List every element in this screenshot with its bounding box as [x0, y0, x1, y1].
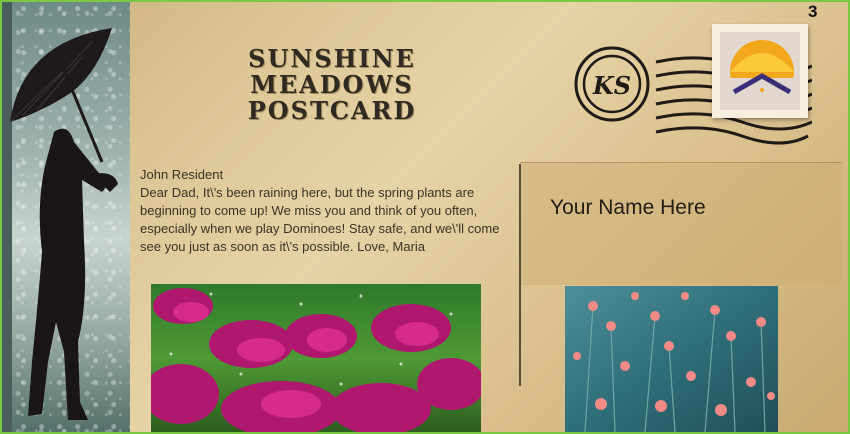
stamp — [712, 24, 808, 118]
postcard-title: SUNSHINE MEADOWS POSTCARD — [162, 46, 502, 124]
postcard: SUNSHINE MEADOWS POSTCARD KS John Reside… — [0, 0, 850, 434]
message-text: Dear Dad, It\'s been raining here, but t… — [140, 185, 500, 254]
postmark-initials: KS — [592, 71, 631, 100]
page-number: 3 — [808, 2, 818, 21]
message-block: John Resident Dear Dad, It\'s been raini… — [140, 166, 510, 256]
sun-stamp-icon — [720, 32, 800, 110]
umbrella-woman-photo — [2, 2, 130, 432]
pink-flowers-photo — [151, 284, 481, 432]
address-name: Your Name Here — [550, 196, 706, 219]
title-line-2: POSTCARD — [247, 96, 417, 125]
title-line-1: SUNSHINE MEADOWS — [248, 44, 416, 99]
center-divider — [519, 164, 521, 386]
field-flowers-photo — [565, 286, 778, 432]
address-box — [520, 162, 842, 285]
recipient-name: John Resident — [140, 167, 224, 182]
